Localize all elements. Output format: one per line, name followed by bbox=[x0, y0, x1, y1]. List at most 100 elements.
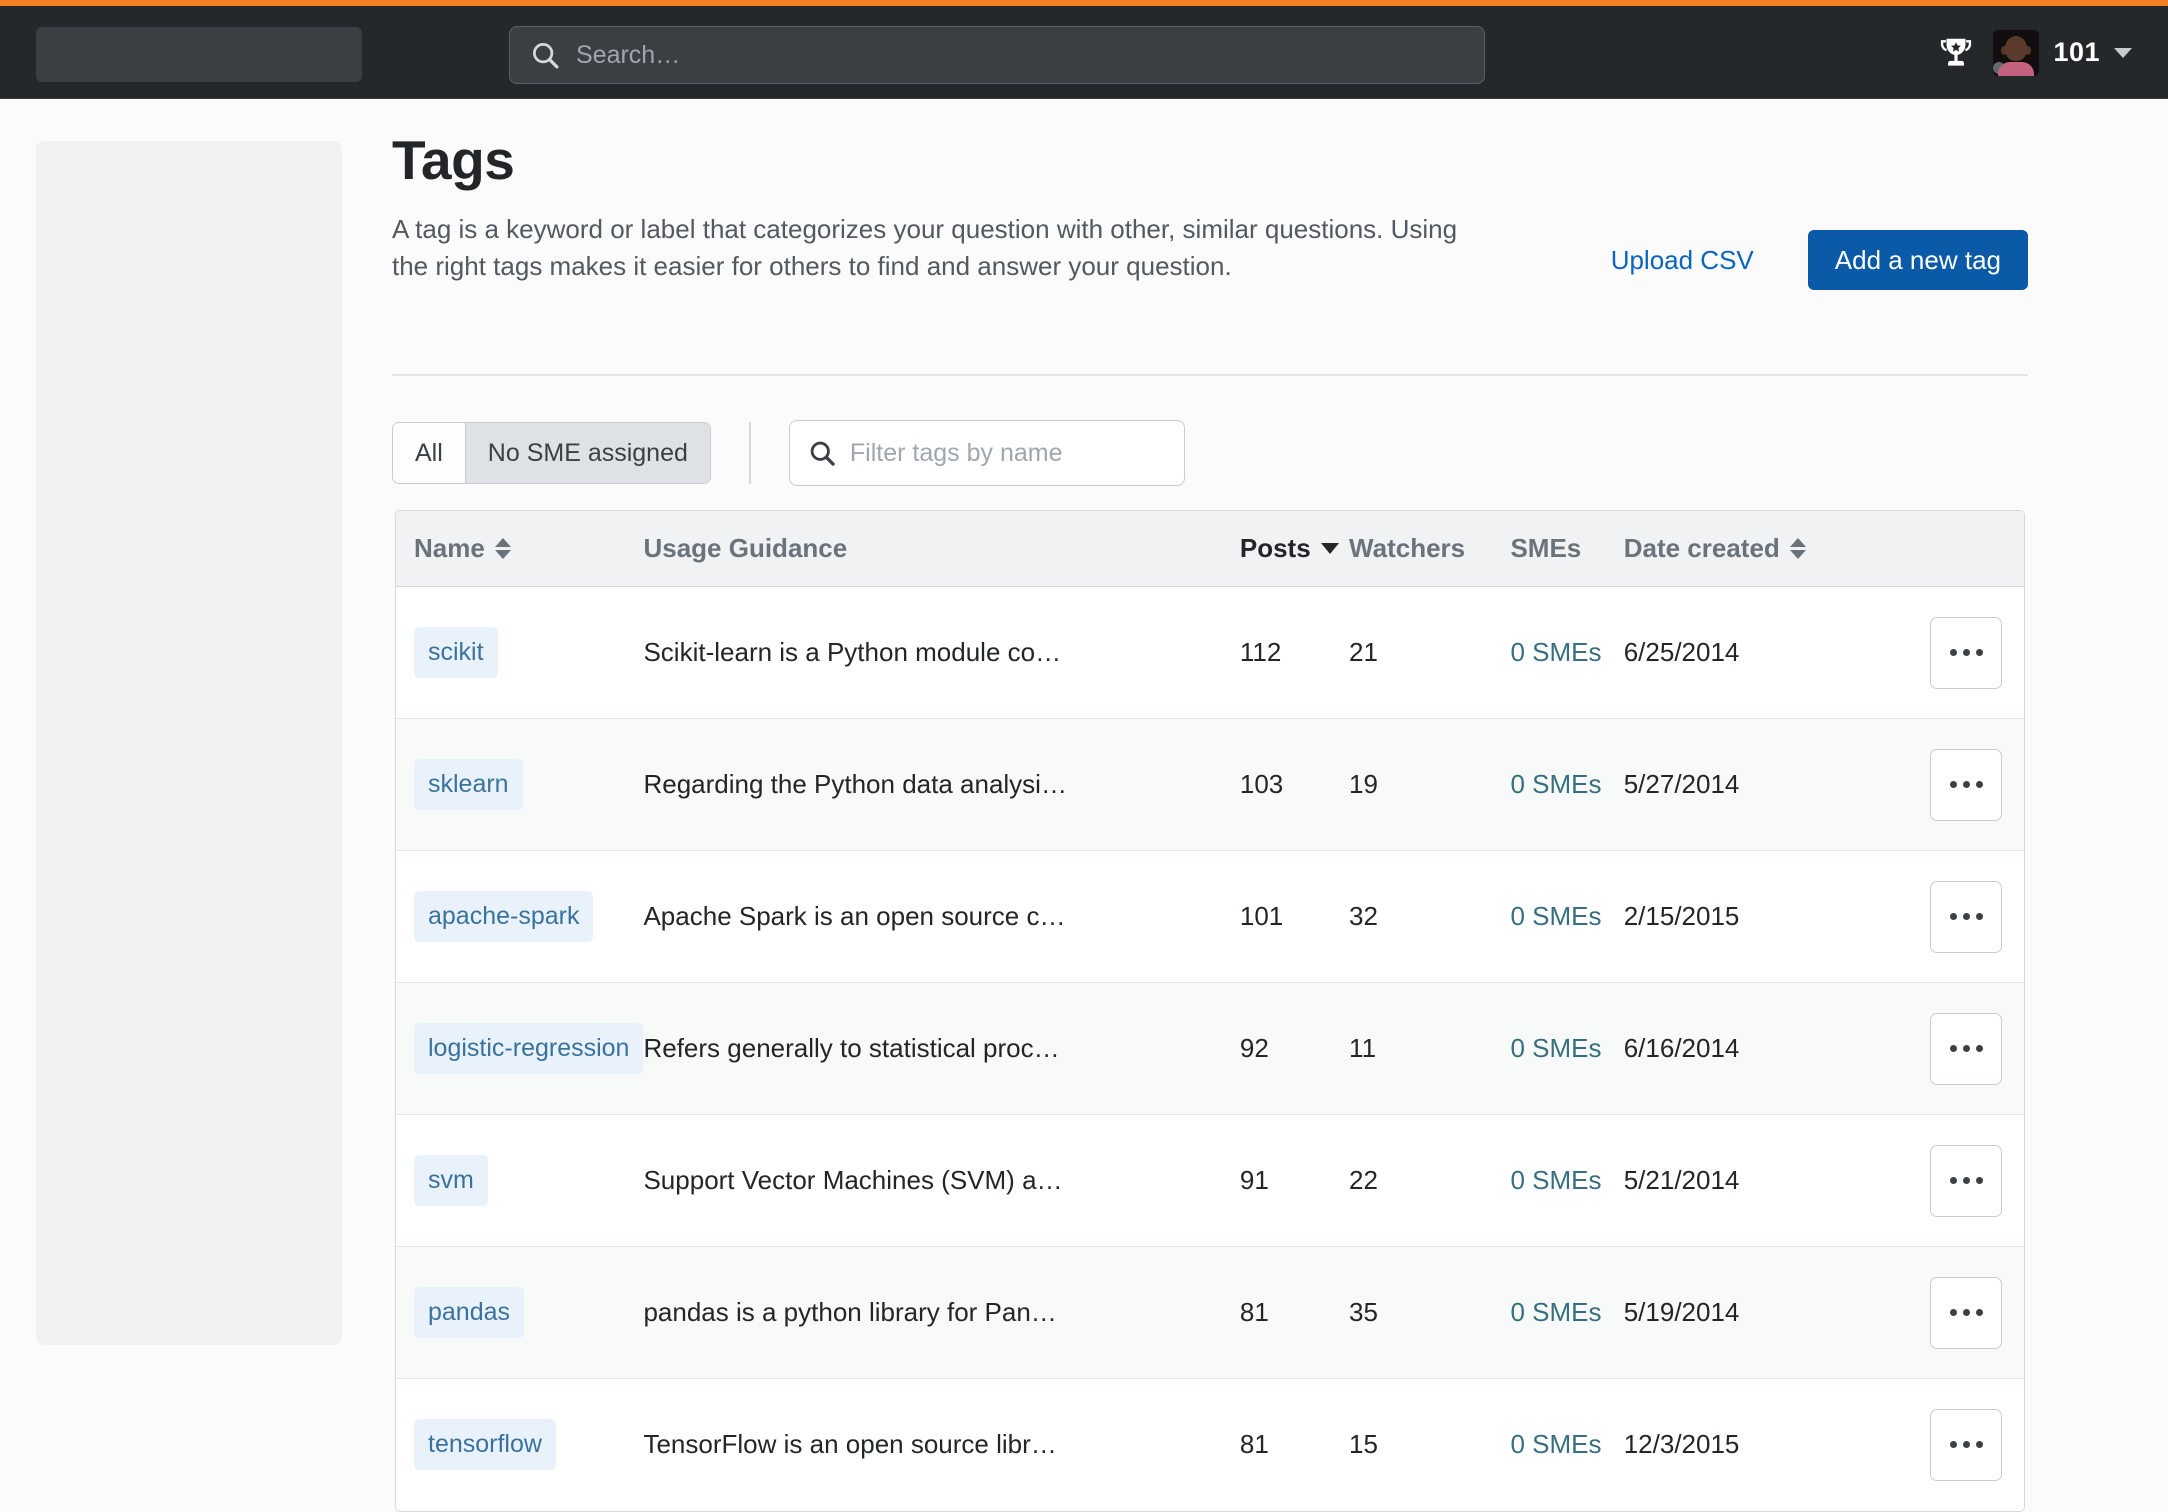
segment-no-sme-assigned[interactable]: No SME assigned bbox=[464, 423, 710, 483]
dot bbox=[1962, 1177, 1970, 1184]
dot bbox=[1975, 913, 1983, 920]
cell-smes: 0 SMEs bbox=[1510, 1114, 1624, 1247]
table-row: logistic-regression Refers generally to s… bbox=[396, 982, 2024, 1115]
search-icon bbox=[530, 40, 560, 70]
cell-posts: 101 bbox=[1239, 850, 1350, 983]
segment-all[interactable]: All bbox=[393, 423, 465, 483]
dot bbox=[1949, 1309, 1957, 1316]
dot bbox=[1949, 649, 1957, 656]
cell-usage-guidance: Refers generally to statistical proc… bbox=[643, 982, 1240, 1115]
column-header-smes-label: SMEs bbox=[1510, 533, 1582, 563]
filter-tags-input[interactable] bbox=[849, 438, 1172, 468]
cell-name: svm bbox=[396, 1114, 644, 1247]
cell-watchers: 22 bbox=[1349, 1114, 1511, 1247]
row-actions-menu-button[interactable] bbox=[1930, 1144, 2002, 1217]
row-actions-menu-button[interactable] bbox=[1930, 880, 2002, 953]
column-header-date-created-label: Date created bbox=[1623, 533, 1780, 563]
cell-smes: 0 SMEs bbox=[1510, 850, 1624, 983]
tag-pill[interactable]: apache-spark bbox=[414, 891, 594, 942]
column-header-watchers[interactable]: Watchers bbox=[1349, 511, 1511, 587]
user-avatar[interactable] bbox=[1993, 29, 2040, 76]
cell-watchers: 11 bbox=[1349, 982, 1511, 1115]
column-header-date-created[interactable]: Date created bbox=[1623, 511, 1869, 587]
usage-guidance-text: Regarding the Python data analysi… bbox=[643, 769, 1067, 799]
add-new-tag-button[interactable]: Add a new tag bbox=[1807, 230, 2028, 290]
column-header-name-label: Name bbox=[414, 533, 485, 563]
dot bbox=[1949, 913, 1957, 920]
dot bbox=[1949, 1177, 1957, 1184]
cell-smes: 0 SMEs bbox=[1510, 1246, 1624, 1379]
dot bbox=[1975, 1309, 1983, 1316]
smes-link[interactable]: 0 SMEs bbox=[1510, 1297, 1601, 1327]
cell-usage-guidance: Support Vector Machines (SVM) a… bbox=[643, 1114, 1240, 1247]
cell-watchers: 19 bbox=[1349, 718, 1511, 851]
cell-actions bbox=[1868, 982, 2024, 1115]
dot bbox=[1962, 781, 1970, 788]
cell-watchers: 15 bbox=[1349, 1429, 1378, 1460]
row-actions-menu-button[interactable] bbox=[1930, 748, 2002, 821]
dot bbox=[1949, 1441, 1957, 1449]
smes-link[interactable]: 0 SMEs bbox=[1510, 1429, 1601, 1459]
cell-actions bbox=[1868, 850, 2024, 983]
tag-pill[interactable]: scikit bbox=[414, 627, 498, 678]
cell-usage-guidance: Scikit-learn is a Python module co… bbox=[643, 586, 1240, 719]
cell-date-created: 5/21/2014 bbox=[1623, 1114, 1869, 1247]
usage-guidance-text: Support Vector Machines (SVM) a… bbox=[643, 1165, 1063, 1195]
search-input[interactable] bbox=[576, 40, 1464, 70]
column-header-posts[interactable]: Posts bbox=[1239, 511, 1350, 587]
cell-name: tensorflow bbox=[396, 1379, 643, 1511]
chevron-down-icon[interactable] bbox=[2114, 47, 2132, 58]
filter-tags-box[interactable] bbox=[788, 420, 1185, 486]
table-row: apache-spark Apache Spark is an open sour… bbox=[396, 850, 2024, 983]
reputation-count: 101 bbox=[2053, 37, 2100, 67]
tags-table: Name Usage Guidance Posts Watchers SMEs … bbox=[395, 510, 2025, 1512]
smes-link[interactable]: 0 SMEs bbox=[1510, 1033, 1601, 1063]
tag-pill[interactable]: pandas bbox=[414, 1287, 525, 1338]
tag-pill[interactable]: sklearn bbox=[414, 759, 523, 810]
usage-guidance-text: Apache Spark is an open source c… bbox=[643, 901, 1066, 931]
dot bbox=[1962, 1309, 1970, 1316]
smes-link[interactable]: 0 SMEs bbox=[1510, 637, 1601, 667]
tag-pill[interactable]: svm bbox=[414, 1155, 488, 1206]
global-search-box[interactable] bbox=[509, 26, 1485, 84]
sort-both-icon bbox=[1789, 538, 1806, 559]
row-actions-menu-button[interactable] bbox=[1930, 1012, 2002, 1085]
cell-posts: 92 bbox=[1239, 982, 1350, 1115]
dot bbox=[1962, 649, 1970, 656]
tag-pill[interactable]: logistic-regression bbox=[414, 1023, 644, 1074]
cell-usage-guidance: Regarding the Python data analysi… bbox=[643, 718, 1240, 851]
cell-name: apache-spark bbox=[396, 850, 644, 983]
table-row: sklearn Regarding the Python data analysi… bbox=[396, 718, 2024, 851]
column-header-name[interactable]: Name bbox=[396, 511, 644, 587]
column-header-posts-label: Posts bbox=[1239, 533, 1311, 563]
cell-name: logistic-regression bbox=[396, 982, 644, 1115]
header-divider bbox=[392, 374, 2028, 376]
site-logo-placeholder[interactable] bbox=[36, 27, 362, 82]
usage-guidance-text: TensorFlow is an open source libr… bbox=[643, 1429, 1057, 1460]
smes-link[interactable]: 0 SMEs bbox=[1510, 1165, 1601, 1195]
column-header-usage-guidance: Usage Guidance bbox=[643, 511, 1240, 587]
table-row: scikit Scikit-learn is a Python module co… bbox=[396, 586, 2024, 719]
cell-smes: 0 SMEs bbox=[1510, 718, 1624, 851]
dot bbox=[1975, 1045, 1983, 1052]
smes-link[interactable]: 0 SMEs bbox=[1510, 769, 1601, 799]
sort-both-icon bbox=[494, 538, 511, 559]
column-header-actions bbox=[1868, 511, 2024, 587]
page-title: Tags bbox=[392, 129, 515, 191]
cell-posts: 81 bbox=[1239, 1429, 1269, 1460]
upload-csv-link[interactable]: Upload CSV bbox=[1611, 245, 1754, 276]
cell-name: sklearn bbox=[396, 718, 644, 851]
smes-link[interactable]: 0 SMEs bbox=[1510, 901, 1601, 931]
table-row: pandas pandas is a python library for Pan… bbox=[396, 1246, 2024, 1379]
column-header-smes[interactable]: SMEs bbox=[1510, 511, 1624, 587]
usage-guidance-text: pandas is a python library for Pan… bbox=[643, 1297, 1057, 1327]
sort-descending-icon bbox=[1320, 543, 1339, 554]
cell-actions bbox=[1868, 1114, 2024, 1247]
trophy-icon[interactable] bbox=[1929, 26, 1983, 80]
cell-posts: 91 bbox=[1239, 1114, 1350, 1247]
row-actions-menu-button[interactable] bbox=[1930, 616, 2002, 689]
tag-pill[interactable]: tensorflow bbox=[414, 1419, 556, 1471]
row-actions-menu-button[interactable] bbox=[1930, 1408, 2002, 1481]
row-actions-menu-button[interactable] bbox=[1930, 1276, 2002, 1349]
dot bbox=[1975, 1441, 1983, 1449]
